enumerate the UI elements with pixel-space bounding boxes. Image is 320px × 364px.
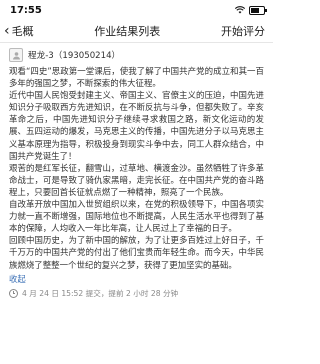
submission-meta: 4 月 24 日 15:52 提交，提前 2 小时 28 分钟 bbox=[9, 288, 264, 300]
submission-time: 4 月 24 日 15:52 提交，提前 2 小时 28 分钟 bbox=[22, 289, 179, 299]
nav-bar: ‹ 毛概 作业结果列表 开始评分 bbox=[0, 20, 273, 43]
back-label: 毛概 bbox=[11, 25, 34, 38]
author-name: 程龙-3（193050214） bbox=[28, 51, 121, 61]
paragraph: 近代中国人民饱受封建主义、帝国主义、官僚主义的压迫，中国先进知识分子吸取西方先进… bbox=[9, 90, 264, 161]
chevron-left-icon: ‹ bbox=[4, 23, 10, 39]
battery-icon bbox=[249, 5, 267, 15]
start-grading-button[interactable]: 开始评分 bbox=[221, 23, 265, 39]
wifi-icon bbox=[235, 6, 245, 14]
post-body: 观看“四史”思政第一堂课后，使我了解了中国共产党的成立和其一百多年的强国之梦，不… bbox=[9, 65, 264, 271]
paragraph: 观看“四史”思政第一堂课后，使我了解了中国共产党的成立和其一百多年的强国之梦，不… bbox=[9, 66, 264, 89]
back-button[interactable]: ‹ 毛概 bbox=[4, 23, 34, 39]
status-time: 17:55 bbox=[10, 4, 42, 16]
status-bar: 17:55 bbox=[0, 0, 273, 20]
page-title: 作业结果列表 bbox=[94, 25, 161, 38]
user-icon bbox=[12, 51, 20, 59]
collapse-link[interactable]: 收起 bbox=[9, 273, 264, 285]
clock-icon bbox=[9, 289, 18, 299]
submission-post: 程龙-3（193050214） 观看“四史”思政第一堂课后，使我了解了中国共产党… bbox=[0, 43, 273, 300]
avatar[interactable] bbox=[9, 48, 23, 62]
author-row: 程龙-3（193050214） bbox=[9, 48, 264, 62]
status-icons bbox=[235, 5, 267, 15]
paragraph: 艰苦的是红军长征，翻雪山，过草地、横渡金沙。虽然牺牲了许多革命战士，可是导致了骑… bbox=[9, 162, 264, 197]
paragraph: 回顾中国历史，为了新中国的解放，为了让更多百姓过上好日子，千千万万的中国共产党的… bbox=[9, 235, 264, 270]
paragraph: 自改革开放中国加入世贸组织以来，在党的积极领导下，中国各项实力就一直不断增强，国… bbox=[9, 199, 264, 234]
